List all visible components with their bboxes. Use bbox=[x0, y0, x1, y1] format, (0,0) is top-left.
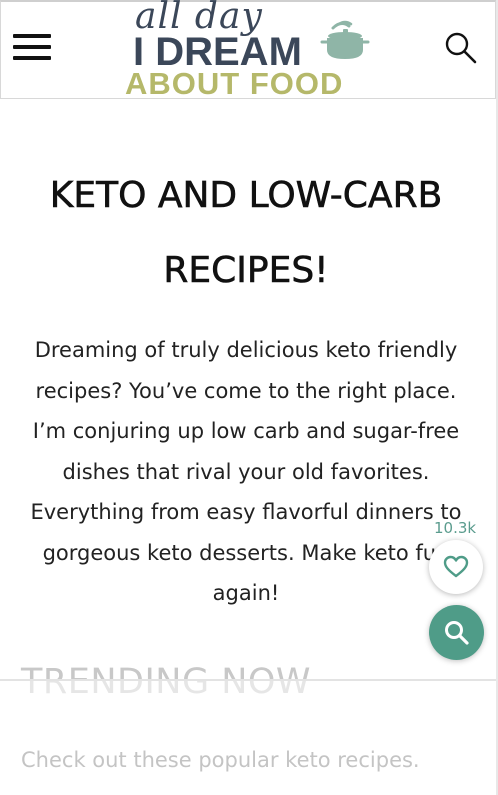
search-icon bbox=[445, 621, 469, 645]
hamburger-menu-icon-bar bbox=[13, 56, 51, 60]
hamburger-menu-button[interactable] bbox=[13, 32, 51, 64]
page-heading: KETO AND LOW-CARB RECIPES! bbox=[49, 175, 443, 292]
header-search-button[interactable] bbox=[443, 30, 479, 66]
fade-overlay bbox=[0, 681, 498, 795]
favorite-button[interactable] bbox=[429, 540, 483, 594]
logo-sub-text: ABOUT FOOD bbox=[125, 66, 344, 101]
heart-icon bbox=[443, 555, 469, 578]
favorites-count: 10.3k bbox=[434, 519, 477, 537]
search-icon bbox=[445, 32, 477, 64]
hamburger-menu-icon-bar bbox=[13, 45, 51, 49]
site-logo[interactable]: all day I DREAM ABOUT FOOD bbox=[111, 0, 391, 101]
hamburger-menu-icon-bar bbox=[13, 34, 51, 38]
page: all day I DREAM ABOUT FOOD KETO AND LOW-… bbox=[0, 0, 498, 795]
trending-subtitle: Check out these popular keto recipes. bbox=[21, 748, 420, 772]
floating-search-button[interactable] bbox=[429, 605, 484, 660]
site-header: all day I DREAM ABOUT FOOD bbox=[0, 0, 496, 101]
cooking-pot-icon bbox=[320, 20, 370, 59]
intro-paragraph: Dreaming of truly delicious keto friendl… bbox=[30, 338, 462, 605]
